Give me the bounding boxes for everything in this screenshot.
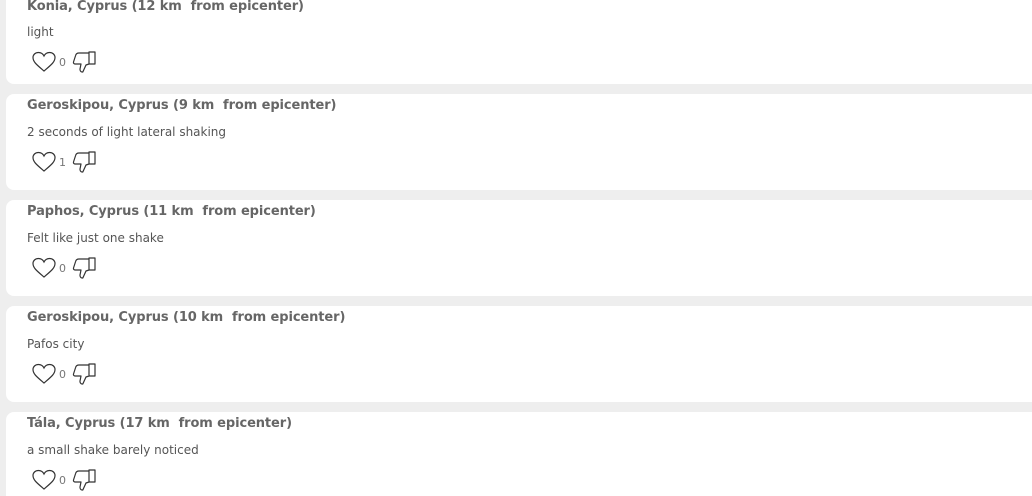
like-button[interactable] [31,362,57,386]
comment-card: Geroskipou, Cyprus (10 km from epicenter… [6,306,1032,402]
dislike-button[interactable] [71,362,97,386]
like-button[interactable] [31,50,57,74]
heart-icon [32,469,56,490]
comment-text: 2 seconds of light lateral shaking [27,125,227,139]
like-count: 0 [59,261,66,275]
like-button[interactable] [31,468,57,492]
comment-actions: 0 [31,361,97,387]
comment-card: Tála, Cyprus (17 km from epicenter) a sm… [6,412,1032,496]
heart-icon [32,363,56,384]
like-count: 0 [59,473,66,487]
comment-location: Geroskipou, Cyprus (9 km from epicenter) [27,98,337,113]
thumbs-down-icon [72,257,96,279]
like-count: 1 [59,155,66,169]
comment-actions: 0 [31,49,97,75]
thumbs-down-icon [72,51,96,73]
comment-location: Konia, Cyprus (12 km from epicenter) [27,0,304,14]
comment-card: Geroskipou, Cyprus (9 km from epicenter)… [6,94,1032,190]
thumbs-down-icon [72,151,96,173]
comment-location: Paphos, Cyprus (11 km from epicenter) [27,204,316,219]
comment-actions: 0 [31,255,97,281]
dislike-button[interactable] [71,50,97,74]
heart-icon [32,151,56,172]
like-button[interactable] [31,256,57,280]
dislike-button[interactable] [71,256,97,280]
comments-list: Konia, Cyprus (12 km from epicenter) lig… [0,0,1032,496]
comment-location: Tála, Cyprus (17 km from epicenter) [27,416,292,431]
comment-location: Geroskipou, Cyprus (10 km from epicenter… [27,310,346,325]
comment-actions: 0 [31,467,97,493]
thumbs-down-icon [72,469,96,491]
like-count: 0 [59,55,66,69]
heart-icon [32,257,56,278]
comment-card: Paphos, Cyprus (11 km from epicenter) Fe… [6,200,1032,296]
comment-actions: 1 [31,149,97,175]
like-button[interactable] [31,150,57,174]
like-count: 0 [59,367,66,381]
comment-text: a small shake barely noticed [27,443,199,457]
thumbs-down-icon [72,363,96,385]
comment-text: light [27,25,54,39]
dislike-button[interactable] [71,150,97,174]
comment-text: Felt like just one shake [27,231,164,245]
comment-card: Konia, Cyprus (12 km from epicenter) lig… [6,0,1032,84]
heart-icon [32,51,56,72]
comment-text: Pafos city [27,337,85,351]
dislike-button[interactable] [71,468,97,492]
